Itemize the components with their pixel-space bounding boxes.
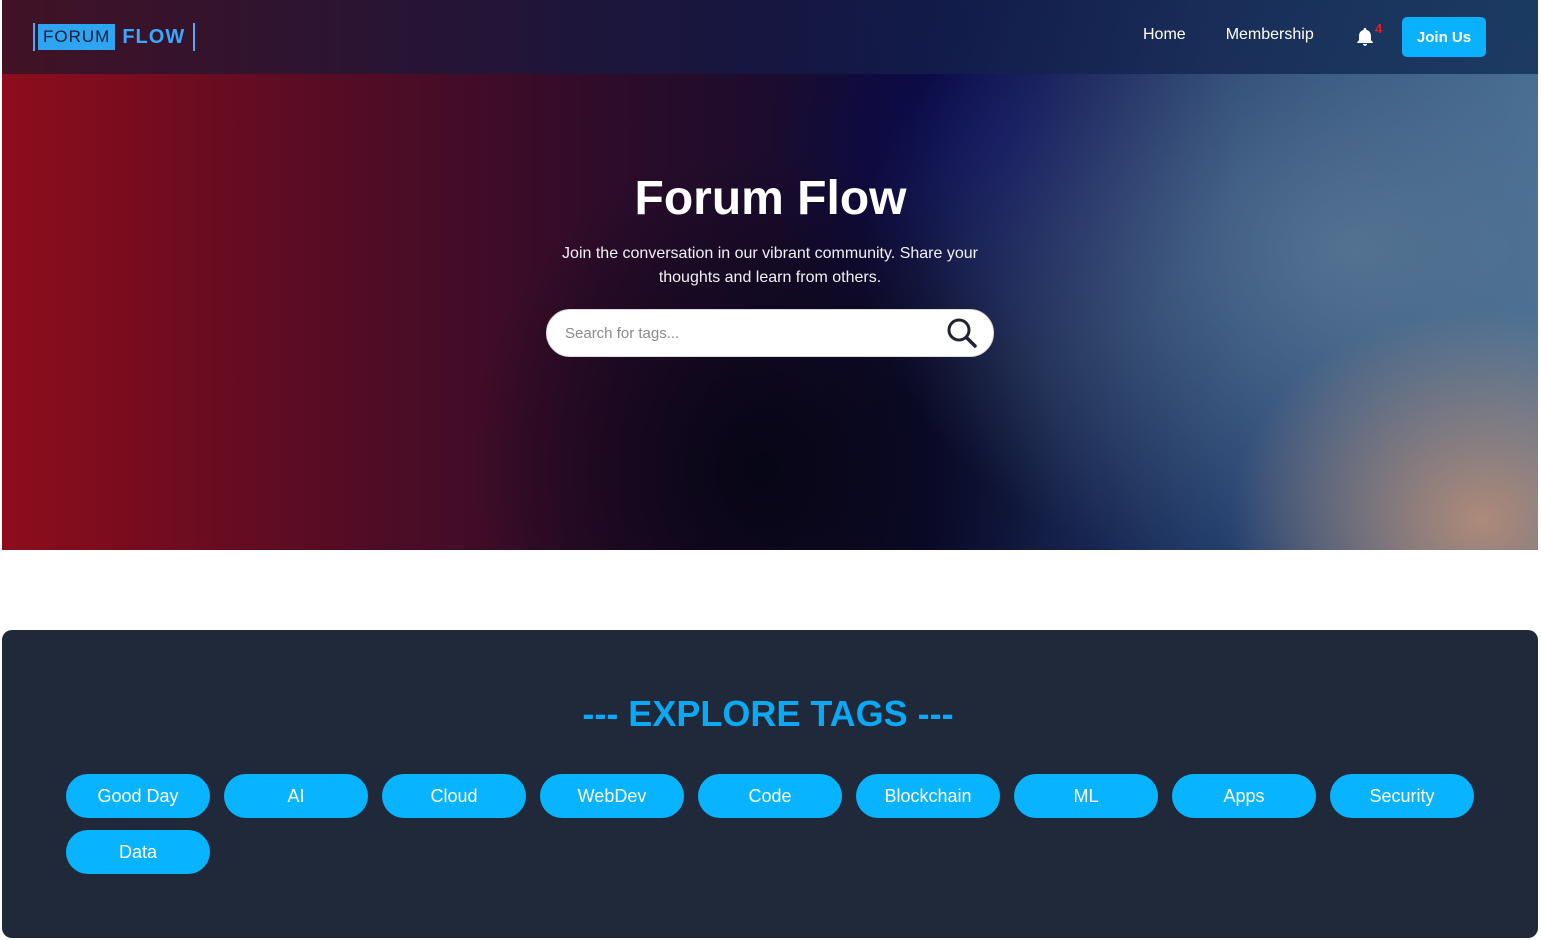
tag-data[interactable]: Data	[66, 830, 210, 874]
tag-search-bar	[546, 309, 994, 357]
site-logo[interactable]: FORUM FLOW	[33, 23, 196, 51]
nav-link-membership[interactable]: Membership	[1226, 26, 1314, 44]
logo-text-forum: FORUM	[38, 24, 116, 50]
tag-webdev[interactable]: WebDev	[540, 774, 684, 818]
tag-cloud[interactable]: Cloud	[382, 774, 526, 818]
bell-icon[interactable]	[1354, 26, 1376, 48]
explore-tags-heading: --- EXPLORE TAGS ---	[582, 693, 954, 734]
nav-links: Home Membership	[1143, 26, 1354, 44]
tag-search-input[interactable]	[563, 323, 945, 343]
tag-code[interactable]: Code	[698, 774, 842, 818]
tag-blockchain[interactable]: Blockchain	[856, 774, 1000, 818]
logo-text-flow: FLOW	[122, 25, 186, 48]
hero-title: Forum Flow	[634, 172, 907, 225]
nav-link-home[interactable]: Home	[1143, 26, 1186, 44]
tag-list: Good Day AI Cloud WebDev Code Blockchain…	[66, 774, 1486, 874]
tag-ml[interactable]: ML	[1014, 774, 1158, 818]
hero-subtitle: Join the conversation in our vibrant com…	[562, 245, 978, 286]
tag-ai[interactable]: AI	[224, 774, 368, 818]
join-us-button[interactable]: Join Us	[1402, 17, 1486, 57]
search-icon[interactable]	[945, 316, 979, 350]
tag-good-day[interactable]: Good Day	[66, 774, 210, 818]
notification-count-badge: 4	[1375, 21, 1383, 36]
tag-apps[interactable]: Apps	[1172, 774, 1316, 818]
tag-security[interactable]: Security	[1330, 774, 1474, 818]
